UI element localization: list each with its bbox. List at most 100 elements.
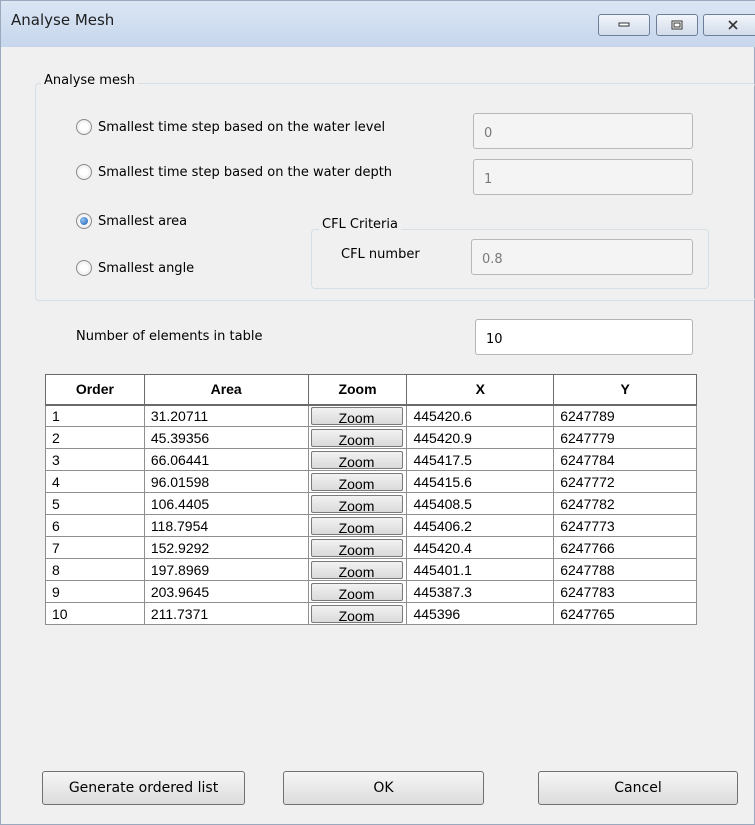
cell-area[interactable]: 31.20711: [143, 404, 309, 427]
cell-y[interactable]: 6247766: [553, 536, 697, 559]
table-row[interactable]: 4 96.01598 Zoom 445415.6 6247772: [45, 470, 697, 493]
zoom-button[interactable]: Zoom: [310, 494, 403, 514]
window-title: Analyse Mesh: [11, 11, 115, 29]
cell-order[interactable]: 9: [45, 580, 145, 603]
cell-x[interactable]: 445420.6: [406, 404, 555, 427]
zoom-button[interactable]: Zoom: [310, 582, 403, 602]
table-row[interactable]: 2 45.39356 Zoom 445420.9 6247779: [45, 426, 697, 449]
cell-x[interactable]: 445408.5: [406, 492, 555, 515]
cell-zoom: Zoom: [307, 448, 408, 471]
cell-zoom: Zoom: [307, 558, 408, 581]
column-header-zoom[interactable]: Zoom: [307, 374, 408, 406]
analyse-mesh-window: Analyse Mesh Analyse mesh Smallest time …: [0, 0, 755, 825]
cell-y[interactable]: 6247772: [553, 470, 697, 493]
table-body: 1 31.20711 Zoom 445420.6 6247789 2 45.39356 Zo…: [45, 404, 697, 625]
cell-area[interactable]: 45.39356: [143, 426, 309, 449]
column-header-x[interactable]: X: [406, 374, 555, 406]
zoom-button[interactable]: Zoom: [310, 472, 403, 492]
maximize-icon: [671, 20, 683, 30]
zoom-button[interactable]: Zoom: [310, 560, 403, 580]
cell-area[interactable]: 203.9645: [143, 580, 309, 603]
radio-option-water-depth[interactable]: Smallest time step based on the water de…: [76, 161, 392, 183]
radio-option-smallest-angle[interactable]: Smallest angle: [76, 257, 194, 279]
ok-button[interactable]: OK: [283, 771, 484, 805]
zoom-button[interactable]: Zoom: [310, 538, 403, 558]
table-row[interactable]: 1 31.20711 Zoom 445420.6 6247789: [45, 404, 697, 427]
radio-option-smallest-area[interactable]: Smallest area: [76, 210, 187, 232]
cell-x[interactable]: 445415.6: [406, 470, 555, 493]
radio-water-depth-label: Smallest time step based on the water de…: [98, 164, 393, 180]
zoom-button[interactable]: Zoom: [310, 604, 403, 624]
column-header-area[interactable]: Area: [143, 374, 309, 406]
cell-y[interactable]: 6247783: [553, 580, 697, 603]
table-row[interactable]: 7 152.9292 Zoom 445420.4 6247766: [45, 536, 697, 559]
cell-zoom: Zoom: [307, 536, 408, 559]
maximize-button[interactable]: [656, 14, 698, 36]
cell-x[interactable]: 445401.1: [406, 558, 555, 581]
radio-water-level[interactable]: [76, 119, 92, 135]
radio-water-depth[interactable]: [76, 164, 92, 180]
radio-smallest-area-label: Smallest area: [98, 213, 188, 229]
cell-x[interactable]: 445406.2: [406, 514, 555, 537]
title-bar[interactable]: Analyse Mesh: [1, 1, 755, 47]
cell-order[interactable]: 1: [45, 404, 145, 427]
column-header-y[interactable]: Y: [553, 374, 697, 406]
cell-x[interactable]: 445417.5: [406, 448, 555, 471]
zoom-button[interactable]: Zoom: [310, 516, 403, 536]
cell-y[interactable]: 6247782: [553, 492, 697, 515]
cell-area[interactable]: 211.7371: [143, 602, 309, 625]
radio-smallest-area[interactable]: [76, 213, 92, 229]
cell-x[interactable]: 445420.4: [406, 536, 555, 559]
cell-y[interactable]: 6247789: [553, 404, 697, 427]
cell-area[interactable]: 197.8969: [143, 558, 309, 581]
table-row[interactable]: 5 106.4405 Zoom 445408.5 6247782: [45, 492, 697, 515]
table-row[interactable]: 6 118.7954 Zoom 445406.2 6247773: [45, 514, 697, 537]
cell-area[interactable]: 66.06441: [143, 448, 309, 471]
cell-order[interactable]: 8: [45, 558, 145, 581]
minimize-button[interactable]: [598, 14, 650, 36]
water-level-timestep-field[interactable]: 0: [473, 113, 693, 149]
cell-order[interactable]: 4: [45, 470, 145, 493]
table-row[interactable]: 3 66.06441 Zoom 445417.5 6247784: [45, 448, 697, 471]
cell-area[interactable]: 106.4405: [143, 492, 309, 515]
cell-area[interactable]: 96.01598: [143, 470, 309, 493]
cell-zoom: Zoom: [307, 426, 408, 449]
cell-y[interactable]: 6247784: [553, 448, 697, 471]
cell-order[interactable]: 10: [45, 602, 145, 625]
cfl-number-field[interactable]: 0.8: [471, 239, 693, 275]
close-button[interactable]: [703, 14, 755, 36]
cell-area[interactable]: 152.9292: [143, 536, 309, 559]
cell-order[interactable]: 7: [45, 536, 145, 559]
number-of-elements-field[interactable]: 10: [475, 319, 693, 355]
cancel-button[interactable]: Cancel: [538, 771, 738, 805]
table-header-row: Order Area Zoom X Y: [45, 374, 697, 406]
zoom-button[interactable]: Zoom: [310, 428, 403, 448]
zoom-button[interactable]: Zoom: [310, 450, 403, 470]
cell-x[interactable]: 445387.3: [406, 580, 555, 603]
number-of-elements-label: Number of elements in table: [76, 329, 263, 344]
table-row[interactable]: 8 197.8969 Zoom 445401.1 6247788: [45, 558, 697, 581]
cell-order[interactable]: 5: [45, 492, 145, 515]
table-row[interactable]: 10 211.7371 Zoom 445396 6247765: [45, 602, 697, 625]
cell-y[interactable]: 6247779: [553, 426, 697, 449]
radio-option-water-level[interactable]: Smallest time step based on the water le…: [76, 116, 385, 138]
cell-order[interactable]: 3: [45, 448, 145, 471]
cell-zoom: Zoom: [307, 514, 408, 537]
cell-order[interactable]: 6: [45, 514, 145, 537]
radio-smallest-angle[interactable]: [76, 260, 92, 276]
cell-y[interactable]: 6247788: [553, 558, 697, 581]
generate-ordered-list-button[interactable]: Generate ordered list: [42, 771, 245, 805]
table-row[interactable]: 9 203.9645 Zoom 445387.3 6247783: [45, 580, 697, 603]
cell-x[interactable]: 445396: [406, 602, 555, 625]
cell-order[interactable]: 2: [45, 426, 145, 449]
cell-area[interactable]: 118.7954: [143, 514, 309, 537]
cell-zoom: Zoom: [307, 470, 408, 493]
cell-y[interactable]: 6247773: [553, 514, 697, 537]
zoom-button[interactable]: Zoom: [310, 406, 403, 426]
cfl-number-label: CFL number: [341, 247, 420, 262]
cell-x[interactable]: 445420.9: [406, 426, 555, 449]
cell-y[interactable]: 6247765: [553, 602, 697, 625]
cell-zoom: Zoom: [307, 404, 408, 427]
water-depth-timestep-field[interactable]: 1: [473, 159, 693, 195]
column-header-order[interactable]: Order: [45, 374, 145, 406]
